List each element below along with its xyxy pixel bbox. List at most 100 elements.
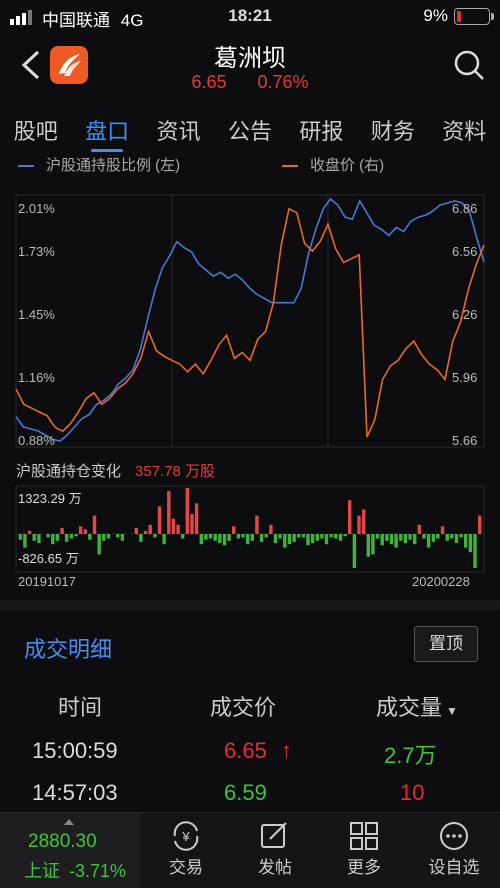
holding-change-bar (357, 515, 361, 534)
holding-change-bar (450, 534, 454, 539)
tab-profile[interactable]: 资料 (442, 104, 486, 150)
holding-change-bar (343, 534, 347, 537)
date-start: 20191017 (18, 574, 76, 589)
tab-news[interactable]: 资讯 (157, 104, 201, 150)
holding-change-bar (329, 534, 333, 538)
tick-right: 6.86 (452, 201, 478, 216)
holding-change-bar (69, 534, 73, 539)
nav-add-watchlist[interactable]: 设自选 (418, 817, 490, 878)
holding-change-bar (60, 527, 64, 534)
index-ticker[interactable]: 2880.30 上证 -3.71% (0, 813, 140, 888)
index-value: 2880.30 (28, 831, 97, 852)
tab-finance[interactable]: 财务 (371, 104, 415, 150)
holding-change-bar (208, 534, 213, 539)
holding-change-bar (310, 534, 315, 544)
col-price: 成交价 (210, 695, 277, 720)
tab-research[interactable]: 研报 (299, 104, 343, 150)
holding-change-bar (227, 534, 231, 541)
holding-change-bar (18, 534, 22, 540)
holding-change-bar (181, 534, 185, 539)
holding-change-bar (255, 515, 259, 534)
pin-top-button[interactable]: 置顶 (414, 626, 478, 662)
tab-bar: 股吧 盘口 资讯 公告 研报 财务 资料 (0, 104, 500, 152)
holding-change-bar (413, 534, 417, 545)
holding-change-bar (250, 534, 254, 541)
holding-change-bar (440, 526, 445, 534)
holding-change-bar (408, 534, 412, 540)
trade-time: 15:00:59 (32, 738, 118, 763)
holding-change-bar (143, 530, 148, 534)
holding-change-bar (213, 534, 217, 541)
series-hk-ratio (15, 197, 485, 442)
holding-change-bar (473, 534, 477, 568)
legend-close-price: 收盘价 (右) (282, 154, 384, 175)
holding-change-bar (478, 515, 482, 534)
nav-post[interactable]: 发帖 (239, 817, 311, 878)
holding-change-bar (241, 534, 245, 538)
holding-change-title: 沪股通持仓变化 357.78 万股 (16, 463, 216, 480)
holding-change-bar (273, 534, 278, 544)
holding-change-bar (278, 534, 282, 539)
holding-change-bar (176, 524, 180, 534)
tick-left: 1.73% (18, 244, 55, 259)
expand-arrow-icon (64, 819, 74, 825)
trade-volume: 2.7万 (384, 743, 437, 768)
holding-change-bar (148, 524, 152, 534)
bottom-nav: 2880.30 上证 -3.71% ¥ 交易 发帖 更多 设自选 (0, 812, 500, 888)
holding-change-bar (287, 534, 292, 545)
holding-change-bar (324, 534, 329, 545)
holding-change-bar (292, 534, 296, 542)
holding-change-bar (27, 530, 32, 534)
holding-change-bar (338, 534, 343, 541)
holding-change-bar (153, 534, 157, 538)
series-close-price (15, 207, 485, 438)
holding-change-bar (171, 518, 176, 534)
bar-min-label: -826.65 万 (18, 551, 79, 566)
holding-change-bar (185, 488, 189, 534)
legend-hk-ratio: 沪股通持股比例 (左) (18, 154, 180, 175)
holding-change-bar (120, 534, 125, 541)
tab-announcements[interactable]: 公告 (228, 104, 272, 150)
holding-change-bar (74, 534, 78, 537)
holding-change-bar (371, 534, 375, 555)
holding-change-bar (417, 524, 421, 534)
nav-more[interactable]: 更多 (328, 817, 400, 878)
trade-detail-title: 成交明细 (24, 637, 113, 662)
edit-icon (261, 822, 287, 848)
search-icon[interactable] (452, 48, 486, 82)
holding-change-bar (389, 534, 394, 545)
more-circle-icon (440, 822, 468, 850)
holding-change-bar (97, 534, 101, 555)
holding-change-bar (102, 534, 106, 541)
nav-trade[interactable]: ¥ 交易 (150, 817, 222, 878)
holding-change-bar (194, 503, 199, 534)
tab-guba[interactable]: 股吧 (14, 104, 58, 150)
bar-max-label: 1323.29 万 (18, 491, 82, 506)
tab-pankou[interactable]: 盘口 (85, 104, 129, 152)
holding-change-bar (199, 534, 203, 545)
holding-change-value: 357.78 万股 (135, 463, 216, 480)
holding-change-bar (32, 534, 36, 541)
holding-change-bar (92, 515, 97, 534)
tick-right: 6.56 (452, 244, 478, 259)
trade-icon: ¥ (173, 821, 199, 851)
svg-text:¥: ¥ (181, 829, 190, 844)
holding-change-bar (394, 534, 398, 548)
holding-change-bar (23, 534, 27, 548)
holding-change-bar (259, 534, 264, 542)
holding-change-bar (375, 534, 380, 539)
holding-change-bar (218, 534, 222, 544)
holding-change-bar (301, 534, 305, 538)
grid-icon (350, 822, 378, 850)
holding-change-bar (366, 534, 370, 557)
holding-change-bar (78, 526, 83, 534)
holding-change-bar (348, 500, 352, 534)
holding-change-bar (454, 534, 459, 544)
holding-change-bar (162, 534, 166, 545)
index-name-change: 上证 -3.71% (24, 861, 127, 881)
dropdown-icon: ▼ (446, 704, 458, 718)
holding-change-bar (459, 534, 463, 538)
col-volume[interactable]: 成交量 ▼ (376, 690, 458, 722)
date-end: 20200228 (412, 574, 470, 589)
holding-change-bar (320, 534, 324, 539)
